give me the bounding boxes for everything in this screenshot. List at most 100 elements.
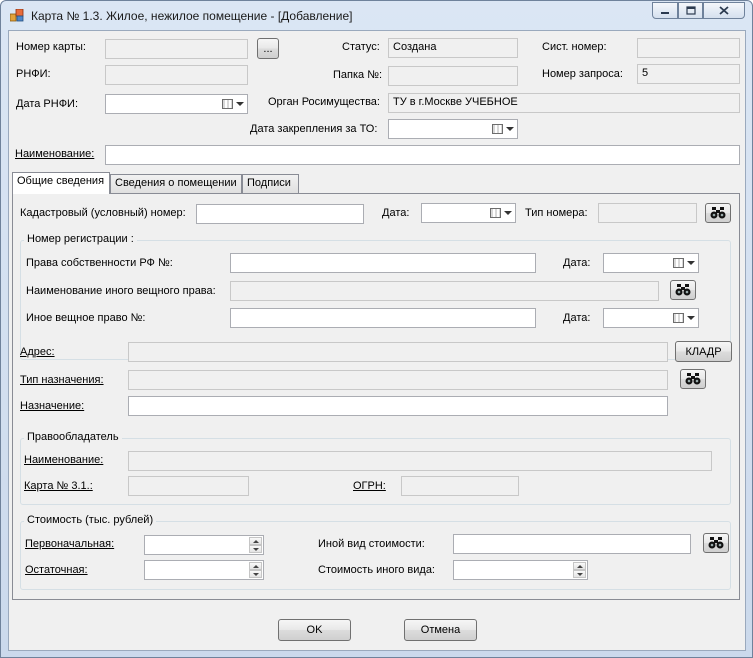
ogrn-label[interactable]: ОГРН:	[353, 480, 386, 492]
folder-label: Папка №:	[333, 69, 383, 81]
purpose-type-field	[128, 370, 668, 390]
ownership-rf-field[interactable]	[230, 253, 536, 273]
tab-premises-label: Сведения о помещении	[115, 177, 237, 189]
name-field[interactable]	[105, 145, 740, 165]
number-type-search-button[interactable]	[705, 203, 731, 223]
chevron-down-icon	[504, 211, 512, 215]
other-right-field[interactable]	[230, 308, 536, 328]
spin-up-icon[interactable]	[573, 562, 586, 570]
app-icon	[10, 9, 24, 22]
tab-signatures[interactable]: Подписи	[242, 174, 299, 193]
calendar-icon	[673, 258, 684, 268]
address-field	[128, 342, 668, 362]
kladr-button[interactable]: КЛАДР	[675, 341, 732, 362]
other-right-search-button[interactable]	[670, 280, 696, 300]
holder-name-label[interactable]: Наименование:	[24, 454, 103, 466]
request-number-field: 5	[637, 64, 740, 84]
address-label[interactable]: Адрес:	[20, 346, 55, 358]
ownership-rf-label: Права собственности РФ №:	[26, 257, 173, 269]
spin-down-icon[interactable]	[249, 545, 262, 553]
tab-general[interactable]: Общие сведения	[12, 172, 110, 194]
residual-cost-label[interactable]: Остаточная:	[25, 564, 88, 576]
spin-up-icon[interactable]	[249, 537, 262, 545]
request-number-label: Номер запроса:	[542, 68, 623, 80]
binoculars-icon	[708, 537, 724, 549]
registration-group-title: Номер регистрации :	[24, 233, 137, 245]
residual-cost-stepper[interactable]	[144, 560, 264, 580]
cadastral-label: Кадастровый (условный) номер:	[20, 207, 186, 219]
number-type-field	[598, 203, 697, 223]
other-right-name-label: Наименование иного вещного права:	[26, 285, 216, 297]
other-cost-search-button[interactable]	[703, 533, 729, 553]
browse-button-label: ...	[263, 42, 273, 55]
folder-field	[388, 66, 518, 86]
card-number-browse-button[interactable]: ...	[257, 38, 279, 59]
card31-label[interactable]: Карта № 3.1.:	[24, 480, 93, 492]
rnfi-field	[105, 65, 248, 85]
rnfi-date-label: Дата РНФИ:	[16, 98, 79, 110]
status-label: Статус:	[342, 41, 380, 53]
cost-group-title: Стоимость (тыс. рублей)	[24, 514, 157, 526]
dialog-client-area: Номер карты: ... Статус: Создана Сист. н…	[8, 30, 746, 651]
calendar-icon	[673, 313, 684, 323]
cadastral-date-picker[interactable]	[421, 203, 516, 223]
purpose-field[interactable]	[128, 396, 668, 416]
tab-signatures-label: Подписи	[247, 177, 291, 189]
minimize-icon	[661, 11, 669, 14]
tab-general-label: Общие сведения	[17, 175, 105, 187]
ownership-date-label: Дата:	[563, 257, 591, 269]
holder-name-field	[128, 451, 712, 471]
binoculars-icon	[675, 284, 691, 296]
sys-number-label: Сист. номер:	[542, 41, 607, 53]
chevron-down-icon	[687, 316, 695, 320]
other-right-date-picker[interactable]	[603, 308, 699, 328]
chevron-down-icon	[236, 102, 244, 106]
holder-group	[20, 438, 731, 505]
cancel-button-label: Отмена	[420, 624, 461, 636]
cadastral-field[interactable]	[196, 204, 364, 224]
name-label[interactable]: Наименование:	[15, 148, 94, 160]
sys-number-field	[637, 38, 740, 58]
maximize-icon	[685, 6, 696, 15]
card31-field	[128, 476, 249, 496]
kladr-button-label: КЛАДР	[685, 345, 722, 358]
calendar-icon	[492, 124, 503, 134]
holder-group-title: Правообладатель	[24, 431, 122, 443]
tab-premises[interactable]: Сведения о помещении	[110, 174, 242, 193]
initial-cost-label[interactable]: Первоначальная:	[25, 538, 114, 550]
other-cost-kind-label: Иной вид стоимости:	[318, 538, 425, 550]
rnfi-label: РНФИ:	[16, 68, 51, 80]
title-bar: Карта № 1.3. Жилое, нежилое помещение - …	[1, 1, 752, 29]
spin-up-icon[interactable]	[249, 562, 262, 570]
other-cost-value-label: Стоимость иного вида:	[318, 564, 435, 576]
spin-down-icon[interactable]	[573, 570, 586, 578]
number-type-label: Тип номера:	[525, 207, 588, 219]
minimize-button[interactable]	[652, 2, 678, 19]
ok-button[interactable]: OK	[278, 619, 351, 641]
calendar-icon	[490, 208, 501, 218]
other-cost-kind-field[interactable]	[453, 534, 691, 554]
card-number-label: Номер карты:	[16, 41, 86, 53]
card-number-field[interactable]	[105, 39, 248, 59]
binoculars-icon	[685, 373, 701, 385]
other-right-name-field	[230, 281, 659, 301]
dialog-window: Карта № 1.3. Жилое, нежилое помещение - …	[0, 0, 753, 658]
initial-cost-stepper[interactable]	[144, 535, 264, 555]
maximize-button[interactable]	[678, 2, 703, 19]
close-button[interactable]	[703, 2, 745, 19]
spin-down-icon[interactable]	[249, 570, 262, 578]
purpose-label[interactable]: Назначение:	[20, 400, 84, 412]
assign-date-picker[interactable]	[388, 119, 518, 139]
chevron-down-icon	[687, 261, 695, 265]
purpose-type-search-button[interactable]	[680, 369, 706, 389]
other-cost-value-stepper[interactable]	[453, 560, 588, 580]
status-field: Создана	[388, 38, 518, 58]
calendar-icon	[222, 99, 233, 109]
cancel-button[interactable]: Отмена	[404, 619, 477, 641]
purpose-type-label[interactable]: Тип назначения:	[20, 374, 104, 386]
rnfi-date-picker[interactable]	[105, 94, 248, 114]
agency-label: Орган Росимущества:	[268, 96, 380, 108]
ownership-date-picker[interactable]	[603, 253, 699, 273]
window-title: Карта № 1.3. Жилое, нежилое помещение - …	[31, 9, 353, 23]
close-icon	[719, 6, 729, 15]
